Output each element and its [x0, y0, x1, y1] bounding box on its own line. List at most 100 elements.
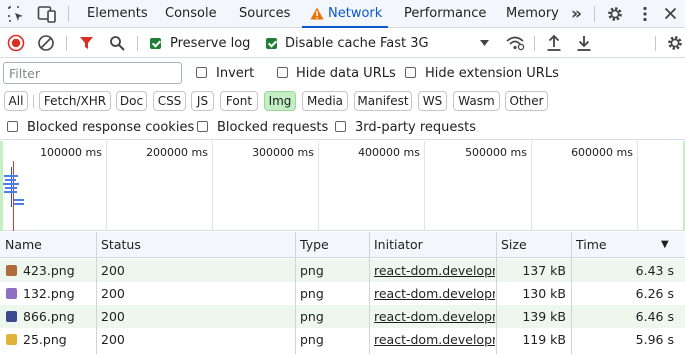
overview-tick-label: 200000 ms [146, 146, 208, 159]
request-initiator-link[interactable]: react-dom.developme [374, 282, 495, 305]
hide-extension-urls-label: Hide extension URLs [425, 66, 559, 81]
device-toolbar-icon[interactable] [37, 5, 57, 23]
overview-gridline [424, 141, 425, 231]
column-header-type[interactable]: Type [300, 232, 329, 258]
request-initiator-link[interactable]: react-dom.developme [374, 328, 495, 351]
preserve-log-checkbox[interactable] [150, 38, 161, 49]
request-time: 6.43 s [635, 263, 674, 278]
search-icon[interactable] [109, 35, 126, 52]
column-header-name[interactable]: Name [5, 232, 42, 258]
network-overview-timeline[interactable]: 100000 ms 200000 ms 300000 ms 400000 ms … [0, 141, 685, 231]
clear-icon[interactable] [37, 34, 55, 52]
more-tabs-icon[interactable]: » [571, 0, 582, 28]
tab-elements[interactable]: Elements [87, 0, 148, 28]
invert-checkbox[interactable] [196, 67, 207, 78]
table-row[interactable]: 423.png 200 png react-dom.developme 137 … [0, 259, 685, 282]
column-separator[interactable] [96, 232, 97, 354]
overview-tick-label: 500000 ms [465, 146, 527, 159]
column-separator[interactable] [571, 232, 572, 354]
tab-performance[interactable]: Performance [404, 0, 486, 28]
request-status: 200 [101, 263, 125, 278]
filter-funnel-icon[interactable] [79, 36, 94, 51]
filter-input[interactable] [3, 62, 182, 84]
overview-gridline [106, 141, 107, 231]
type-filter-img[interactable]: Img [264, 91, 296, 111]
tab-divider [594, 6, 595, 22]
image-thumbnail-icon [6, 265, 17, 276]
request-size: 139 kB [522, 309, 566, 324]
column-header-initiator[interactable]: Initiator [374, 232, 423, 258]
blocked-response-cookies-checkbox[interactable] [7, 121, 18, 132]
throttling-value: Fast 3G [380, 36, 429, 51]
tab-network[interactable]: Network [302, 0, 388, 28]
export-har-icon[interactable] [576, 34, 592, 52]
request-name: 423.png [23, 263, 75, 278]
type-filter-wasm[interactable]: Wasm [453, 91, 500, 111]
devtools-tab-bar: Elements Console Sources Network Perform… [0, 0, 685, 28]
tab-memory[interactable]: Memory [506, 0, 559, 28]
column-header-status[interactable]: Status [101, 232, 141, 258]
hide-data-urls-label: Hide data URLs [296, 66, 396, 81]
request-name: 132.png [23, 286, 75, 301]
sort-descending-icon: ▼ [661, 239, 669, 250]
toolbar-divider [137, 36, 138, 51]
third-party-requests-checkbox[interactable] [335, 121, 346, 132]
type-filter-ws[interactable]: WS [418, 91, 447, 111]
hide-data-urls-checkbox[interactable] [277, 67, 288, 78]
overview-tick-label: 600000 ms [571, 146, 633, 159]
image-thumbnail-icon [6, 334, 17, 345]
request-status: 200 [101, 332, 125, 347]
column-header-size[interactable]: Size [501, 232, 527, 258]
type-filter-all[interactable]: All [4, 91, 28, 111]
kebab-menu-icon[interactable] [642, 6, 648, 22]
toolbar-divider [655, 36, 656, 51]
throttling-select[interactable]: Fast 3G [378, 29, 492, 58]
type-filter-doc[interactable]: Doc [116, 91, 147, 111]
disable-cache-checkbox[interactable] [266, 38, 277, 49]
request-initiator-link[interactable]: react-dom.developme [374, 259, 495, 282]
record-stop-icon[interactable] [7, 34, 25, 52]
overview-tick-label: 300000 ms [252, 146, 314, 159]
request-name: 25.png [23, 332, 67, 347]
overview-gridline [212, 141, 213, 231]
request-initiator-link[interactable]: react-dom.developme [374, 305, 495, 328]
request-type: png [300, 286, 324, 301]
network-conditions-icon[interactable] [505, 34, 525, 52]
overview-gridline [318, 141, 319, 231]
settings-gear-icon[interactable] [606, 5, 624, 23]
request-table-body: 423.png 200 png react-dom.developme 137 … [0, 259, 685, 354]
blocked-requests-checkbox[interactable] [197, 121, 208, 132]
table-row[interactable]: 132.png 200 png react-dom.developme 130 … [0, 282, 685, 305]
type-filter-media[interactable]: Media [302, 91, 348, 111]
tab-console[interactable]: Console [165, 0, 217, 28]
chevron-down-icon [480, 40, 489, 46]
import-har-icon[interactable] [546, 34, 562, 52]
third-party-requests-label: 3rd-party requests [355, 120, 477, 135]
overview-gridline [637, 141, 638, 231]
hide-extension-urls-checkbox[interactable] [405, 67, 416, 78]
table-row[interactable]: 25.png 200 png react-dom.developme 119 k… [0, 328, 685, 351]
column-separator[interactable] [496, 232, 497, 354]
tab-sources[interactable]: Sources [239, 0, 290, 28]
type-filter-css[interactable]: CSS [153, 91, 186, 111]
request-type: png [300, 263, 324, 278]
filter-bar: Invert Hide data URLs Hide extension URL… [0, 59, 685, 88]
column-header-time[interactable]: Time [576, 232, 607, 258]
type-filter-fetch-xhr[interactable]: Fetch/XHR [39, 91, 111, 111]
type-filter-manifest[interactable]: Manifest [354, 91, 412, 111]
type-filter-font[interactable]: Font [220, 91, 258, 111]
request-status: 200 [101, 286, 125, 301]
column-separator[interactable] [295, 232, 296, 354]
close-icon[interactable] [664, 7, 677, 20]
toolbar-divider [66, 36, 67, 51]
network-settings-gear-icon[interactable] [666, 34, 684, 52]
column-separator[interactable] [369, 232, 370, 354]
request-time: 6.26 s [635, 286, 674, 301]
toolbar-divider [534, 36, 535, 51]
disable-cache-label: Disable cache [285, 36, 376, 51]
table-row[interactable]: 866.png 200 png react-dom.developme 139 … [0, 305, 685, 328]
type-filter-js[interactable]: JS [191, 91, 214, 111]
network-toolbar: Preserve log Disable cache Fast 3G [0, 29, 685, 58]
inspect-element-icon[interactable] [7, 5, 25, 23]
type-filter-other[interactable]: Other [505, 91, 548, 111]
